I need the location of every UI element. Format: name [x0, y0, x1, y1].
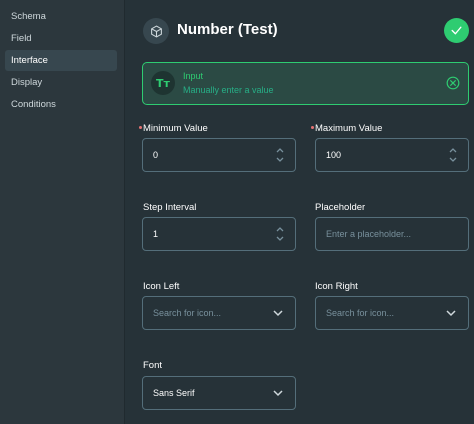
main-panel: Number (Test) Tт Input Manually enter a … [125, 0, 474, 424]
required-indicator [139, 126, 142, 129]
interface-card-title: Input [183, 71, 204, 81]
page-title: Number (Test) [177, 21, 278, 38]
max-value-label: Maximum Value [315, 123, 383, 134]
cube-icon [143, 18, 169, 44]
text-type-icon: Tт [151, 71, 175, 95]
placeholder-label: Placeholder [315, 202, 366, 213]
font-select[interactable]: Sans Serif [142, 376, 296, 410]
min-value-label: Minimum Value [143, 123, 208, 134]
sidebar: Schema Field Interface Display Condition… [0, 0, 125, 424]
interface-card-subtitle: Manually enter a value [183, 85, 274, 95]
sidebar-item-schema[interactable]: Schema [5, 6, 117, 27]
icon-left-label: Icon Left [143, 281, 180, 292]
chevron-up-icon[interactable] [273, 224, 287, 234]
sidebar-item-field[interactable]: Field [5, 28, 117, 49]
chevron-down-icon[interactable] [446, 155, 460, 165]
required-indicator [311, 126, 314, 129]
sidebar-item-conditions[interactable]: Conditions [5, 94, 117, 115]
icon-right-placeholder: Search for icon... [326, 308, 395, 318]
save-button[interactable] [444, 18, 469, 43]
placeholder-input-placeholder: Enter a placeholder... [326, 229, 412, 239]
check-icon [451, 26, 462, 35]
number-stepper[interactable] [273, 224, 287, 244]
step-interval-label: Step Interval [143, 202, 197, 213]
sidebar-item-interface[interactable]: Interface [5, 50, 117, 71]
chevron-down-icon[interactable] [273, 155, 287, 165]
chevron-down-icon [273, 390, 283, 397]
chevron-down-icon [446, 310, 456, 317]
interface-card-input[interactable]: Tт Input Manually enter a value [142, 62, 469, 105]
number-stepper[interactable] [446, 145, 460, 165]
chevron-down-icon [273, 310, 283, 317]
min-value-text: 0 [153, 150, 159, 160]
step-interval-text: 1 [153, 229, 159, 239]
max-value-text: 100 [326, 150, 342, 160]
number-stepper[interactable] [273, 145, 287, 165]
icon-left-select[interactable]: Search for icon... [142, 296, 296, 330]
icon-right-select[interactable]: Search for icon... [315, 296, 469, 330]
icon-right-label: Icon Right [315, 281, 358, 292]
chevron-down-icon[interactable] [273, 234, 287, 244]
font-value: Sans Serif [153, 388, 195, 398]
close-circle-icon[interactable] [446, 76, 460, 90]
min-value-input[interactable]: 0 [142, 138, 296, 172]
max-value-input[interactable]: 100 [315, 138, 469, 172]
placeholder-input[interactable]: Enter a placeholder... [315, 217, 469, 251]
sidebar-item-display[interactable]: Display [5, 72, 117, 93]
chevron-up-icon[interactable] [273, 145, 287, 155]
font-label: Font [143, 360, 163, 371]
chevron-up-icon[interactable] [446, 145, 460, 155]
step-interval-input[interactable]: 1 [142, 217, 296, 251]
icon-left-placeholder: Search for icon... [153, 308, 222, 318]
